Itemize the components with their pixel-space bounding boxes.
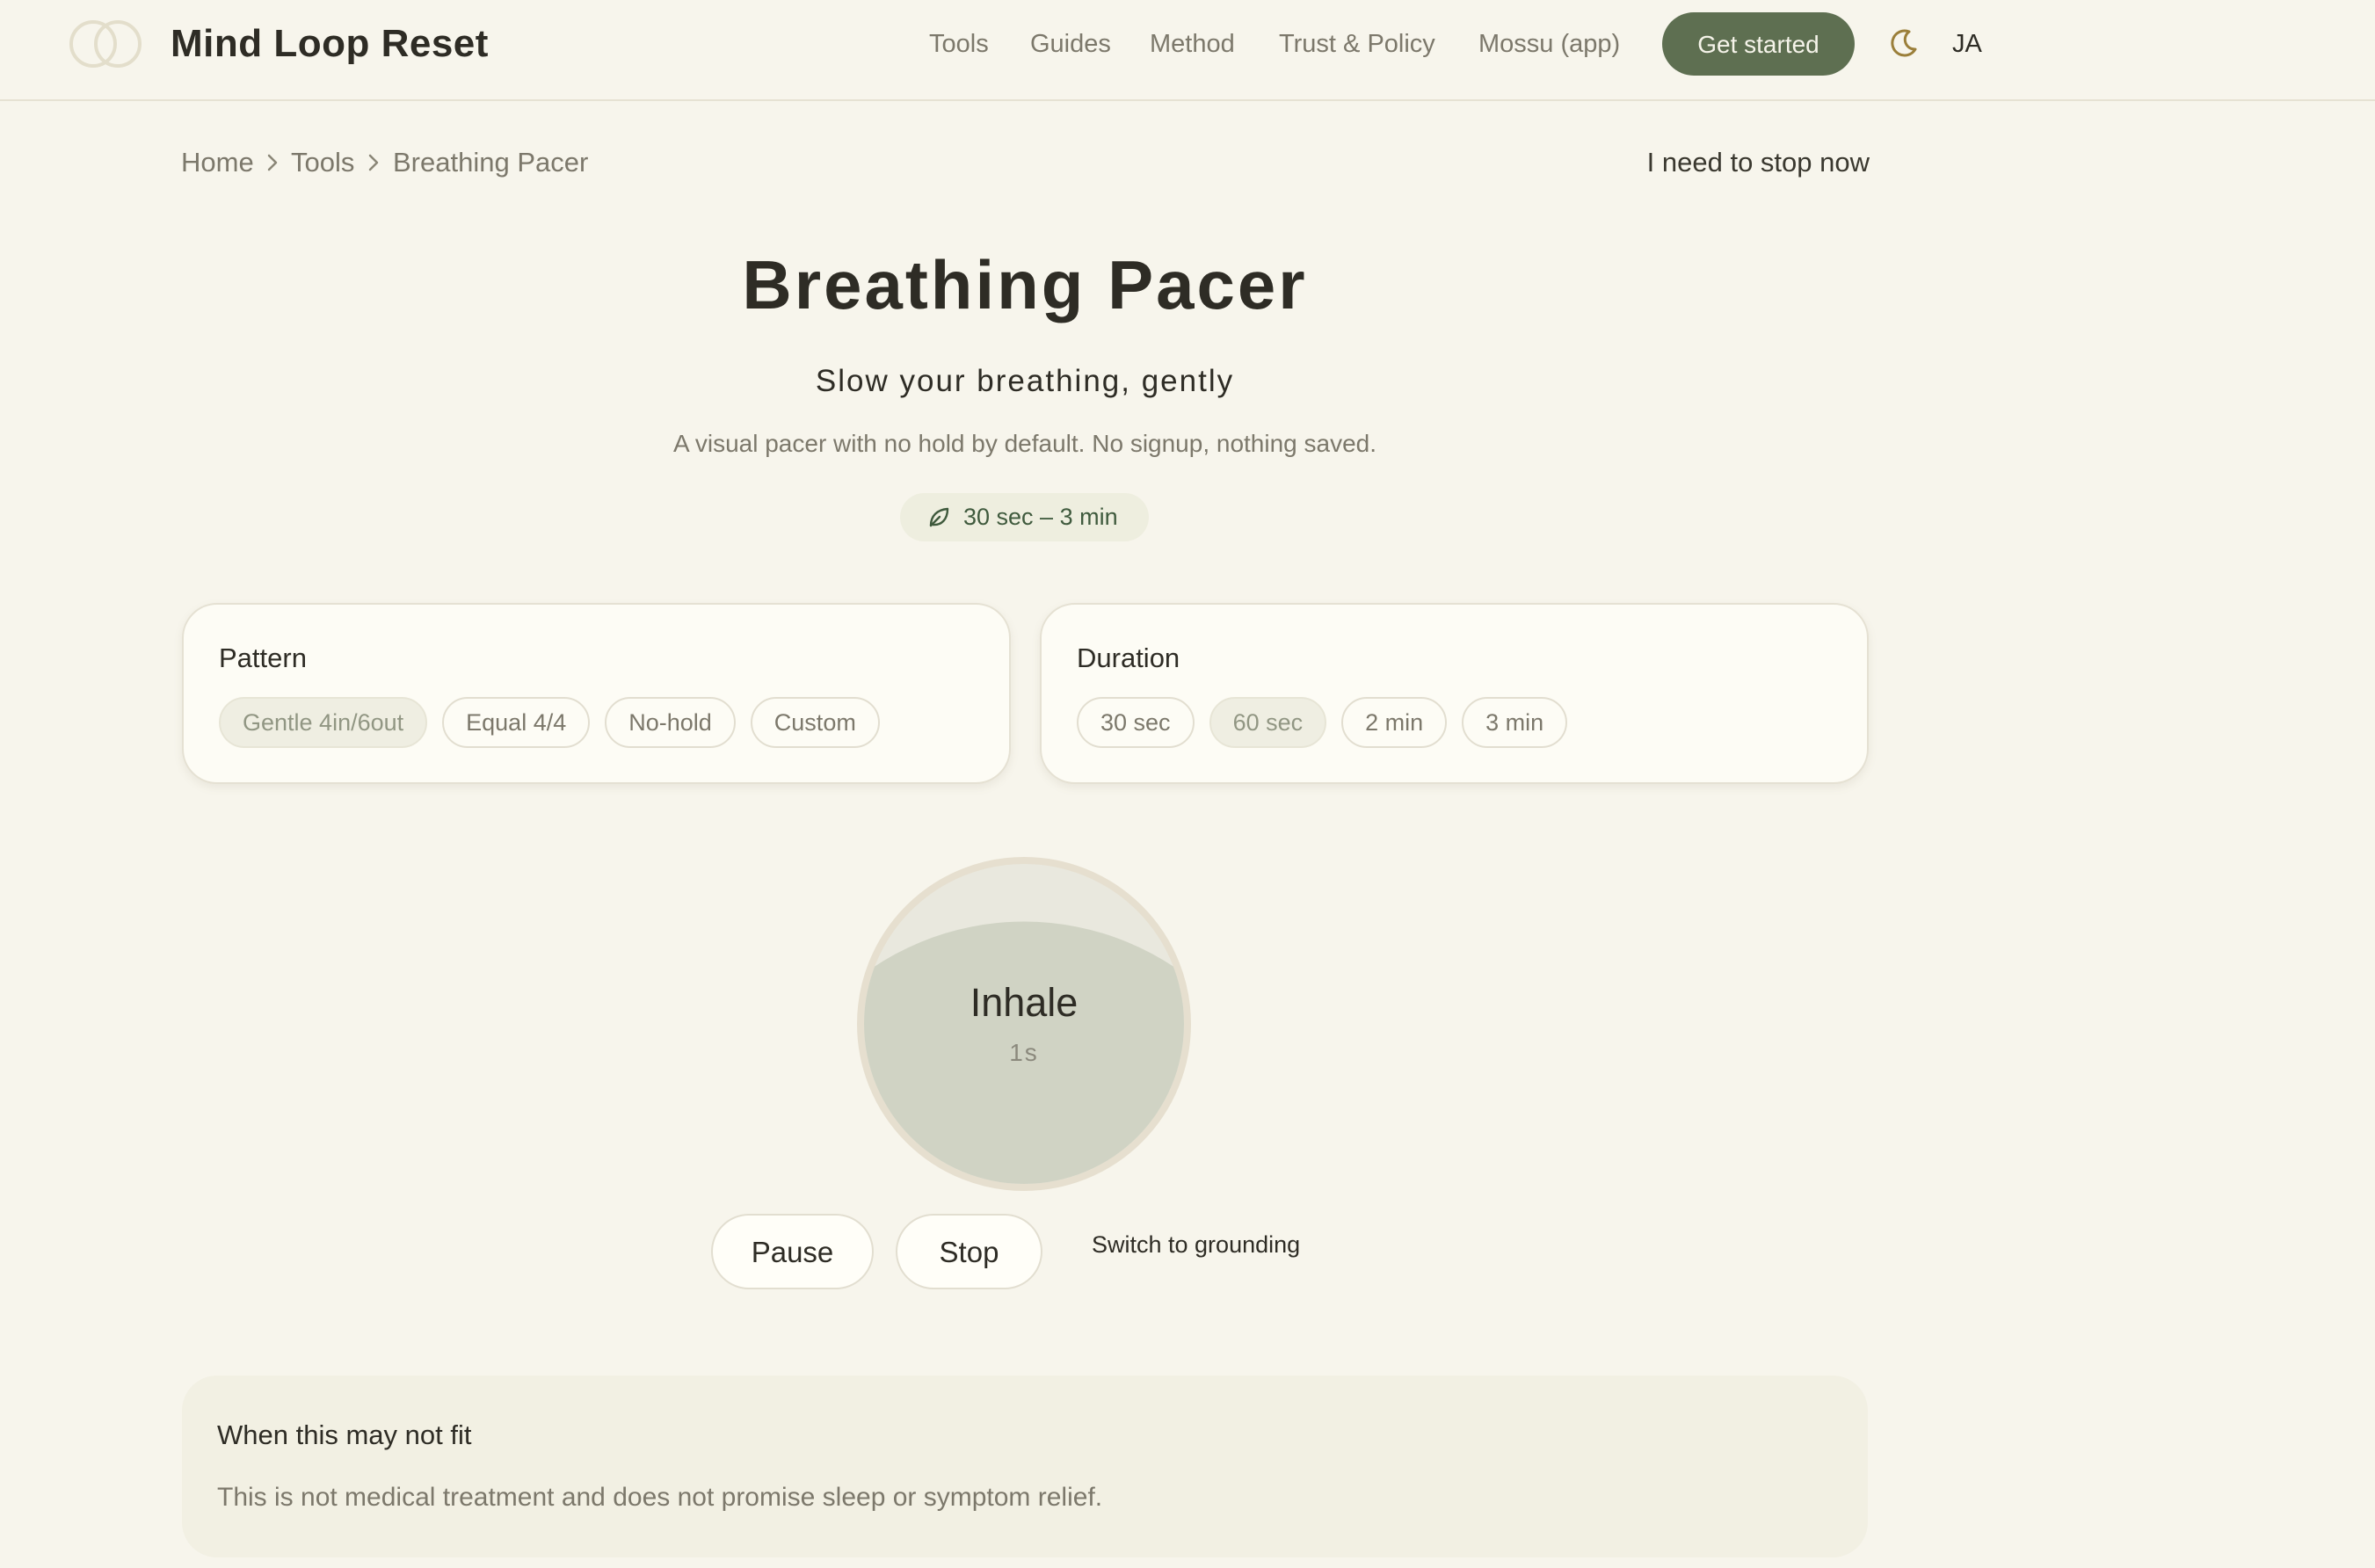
pattern-option-custom[interactable]: Custom: [750, 697, 880, 748]
leaf-icon: [929, 507, 949, 527]
pattern-options: Gentle 4in/6out Equal 4/4 No-hold Custom: [219, 697, 880, 748]
language-toggle[interactable]: JA: [1952, 26, 1982, 62]
duration-option-3-min[interactable]: 3 min: [1462, 697, 1568, 748]
nav-trust-policy[interactable]: Trust & Policy: [1279, 26, 1435, 62]
nav-method[interactable]: Method: [1150, 26, 1235, 62]
site-header: Mind Loop Reset Tools Guides Method Trus…: [0, 0, 2375, 101]
duration-options: 30 sec 60 sec 2 min 3 min: [1077, 697, 1568, 748]
pattern-label: Pattern: [219, 642, 307, 673]
pattern-option-gentle[interactable]: Gentle 4in/6out: [219, 697, 428, 748]
pause-button[interactable]: Pause: [711, 1214, 874, 1289]
stop-button[interactable]: Stop: [896, 1214, 1042, 1289]
chevron-right-icon: [368, 154, 379, 171]
duration-badge: 30 sec – 3 min: [900, 493, 1149, 541]
page-title: Breathing Pacer: [742, 246, 1308, 323]
moon-icon[interactable]: [1888, 27, 1920, 59]
pacer-phase: Inhale: [970, 980, 1079, 1025]
duration-option-30-sec[interactable]: 30 sec: [1077, 697, 1195, 748]
overlapping-circles-logo[interactable]: [69, 18, 148, 70]
duration-label: Duration: [1077, 642, 1180, 673]
get-started-button[interactable]: Get started: [1662, 12, 1855, 76]
duration-badge-label: 30 sec – 3 min: [963, 504, 1118, 530]
note-title: When this may not fit: [217, 1419, 472, 1450]
brand-name[interactable]: Mind Loop Reset: [171, 19, 489, 69]
duration-option-2-min[interactable]: 2 min: [1341, 697, 1448, 748]
nav-guides[interactable]: Guides: [1030, 26, 1111, 62]
nav-tools[interactable]: Tools: [929, 26, 989, 62]
page-subtitle: Slow your breathing, gently: [815, 364, 1235, 398]
breadcrumb-current: Breathing Pacer: [393, 147, 589, 178]
pacer-timer: 1s: [1009, 1039, 1039, 1066]
switch-to-grounding-link[interactable]: Switch to grounding: [1092, 1229, 1300, 1260]
page-description: A visual pacer with no hold by default. …: [672, 430, 1377, 457]
duration-card: Duration 30 sec 60 sec 2 min 3 min: [1040, 603, 1869, 784]
stop-now-link[interactable]: I need to stop now: [1647, 145, 1870, 180]
duration-option-60-sec[interactable]: 60 sec: [1209, 697, 1327, 748]
chevron-right-icon: [267, 154, 278, 171]
breadcrumb-home[interactable]: Home: [181, 145, 254, 180]
disclaimer-note: When this may not fit This is not medica…: [182, 1376, 1868, 1557]
note-body: This is not medical treatment and does n…: [217, 1483, 1103, 1512]
nav-mossu-app[interactable]: Mossu (app): [1478, 26, 1620, 62]
pattern-option-equal[interactable]: Equal 4/4: [442, 697, 591, 748]
pattern-option-no-hold[interactable]: No-hold: [605, 697, 736, 748]
breadcrumb-tools[interactable]: Tools: [291, 145, 354, 180]
pattern-card: Pattern Gentle 4in/6out Equal 4/4 No-hol…: [182, 603, 1011, 784]
